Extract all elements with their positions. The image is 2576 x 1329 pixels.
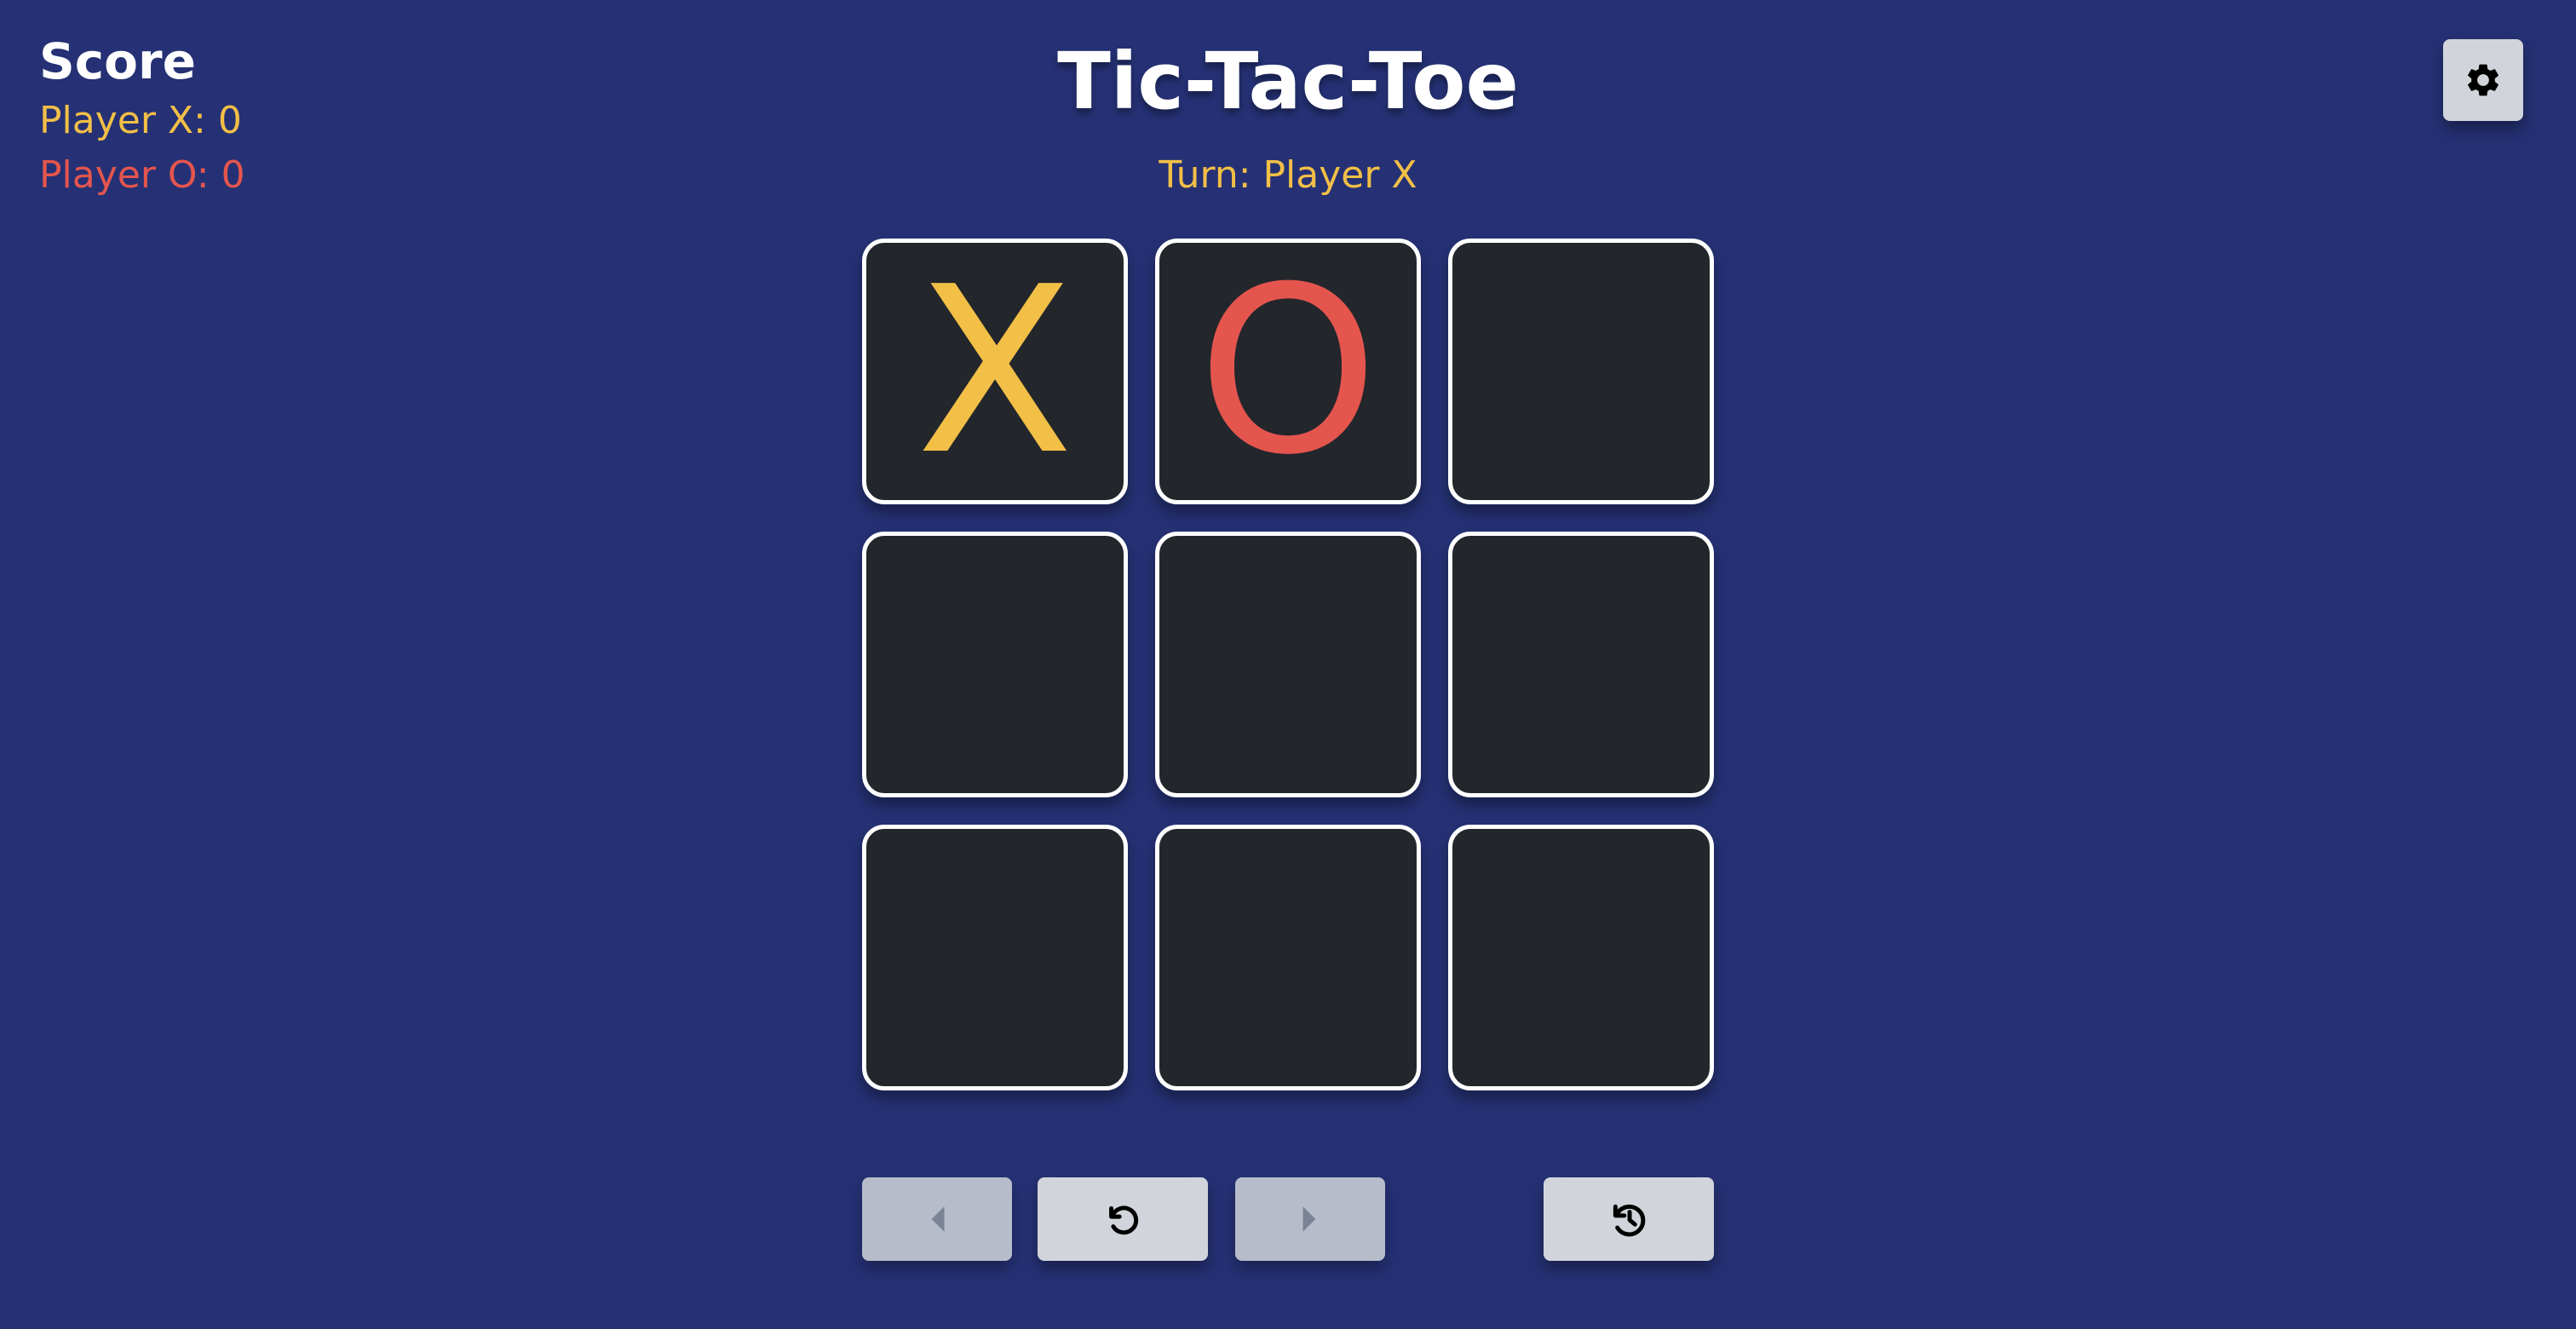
board-cell[interactable]	[1155, 825, 1421, 1090]
rotate-left-icon	[1109, 1205, 1139, 1235]
board-cell[interactable]	[862, 825, 1128, 1090]
restart-button[interactable]	[1038, 1177, 1208, 1261]
caret-left-icon	[931, 1206, 945, 1232]
turn-indicator: Turn: Player X	[1159, 153, 1417, 197]
gear-icon	[2468, 64, 2498, 96]
board-cell[interactable]	[1448, 239, 1714, 504]
next-move-button[interactable]	[1235, 1177, 1385, 1261]
game-page: Score Player X: 0 Player O: 0 Tic-Tac-To…	[0, 0, 2576, 1329]
previous-move-button[interactable]	[862, 1177, 1012, 1261]
page-title: Tic-Tac-Toe	[1057, 36, 1519, 127]
board-cell[interactable]: X	[862, 239, 1128, 504]
board-cell[interactable]	[1448, 825, 1714, 1090]
board-cell[interactable]	[1448, 532, 1714, 797]
board-cell[interactable]	[862, 532, 1128, 797]
board-cell[interactable]	[1155, 532, 1421, 797]
history-button[interactable]	[1544, 1177, 1714, 1261]
settings-button[interactable]	[2443, 39, 2523, 121]
caret-right-icon	[1302, 1206, 1316, 1232]
board-cell[interactable]: O	[1155, 239, 1421, 504]
clock-rotate-left-icon	[1613, 1204, 1646, 1237]
game-board: X O	[862, 239, 1714, 1090]
